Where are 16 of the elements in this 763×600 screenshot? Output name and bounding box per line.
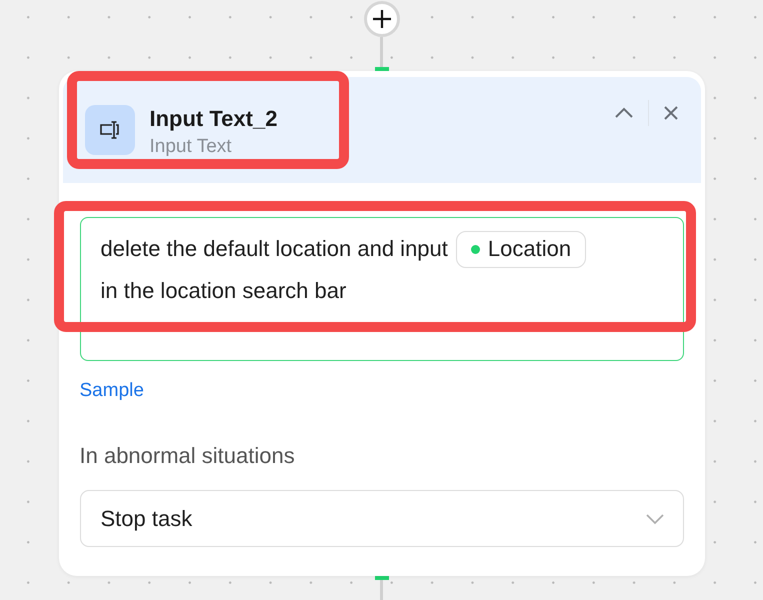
instruction-field[interactable]: delete the default location and input Location in the location search bar (80, 217, 684, 361)
sample-link[interactable]: Sample (80, 380, 144, 402)
abnormal-label: In abnormal situations (80, 443, 296, 469)
instruction-text: in the location search bar (100, 277, 348, 305)
abnormal-dropdown[interactable]: Stop task (80, 490, 684, 547)
add-step-icon[interactable] (364, 1, 400, 37)
node-type: Input Text (150, 136, 233, 158)
connector-handle[interactable] (374, 67, 388, 71)
connector-handle[interactable] (374, 576, 388, 580)
chevron-down-icon (644, 512, 664, 524)
instruction-text: delete the default location and input (100, 235, 448, 263)
collapse-icon[interactable] (614, 107, 634, 119)
close-icon[interactable] (662, 105, 678, 121)
variable-chip[interactable]: Location (456, 230, 586, 268)
node-title: Input Text_2 (150, 106, 278, 132)
text-field-icon (84, 105, 134, 155)
